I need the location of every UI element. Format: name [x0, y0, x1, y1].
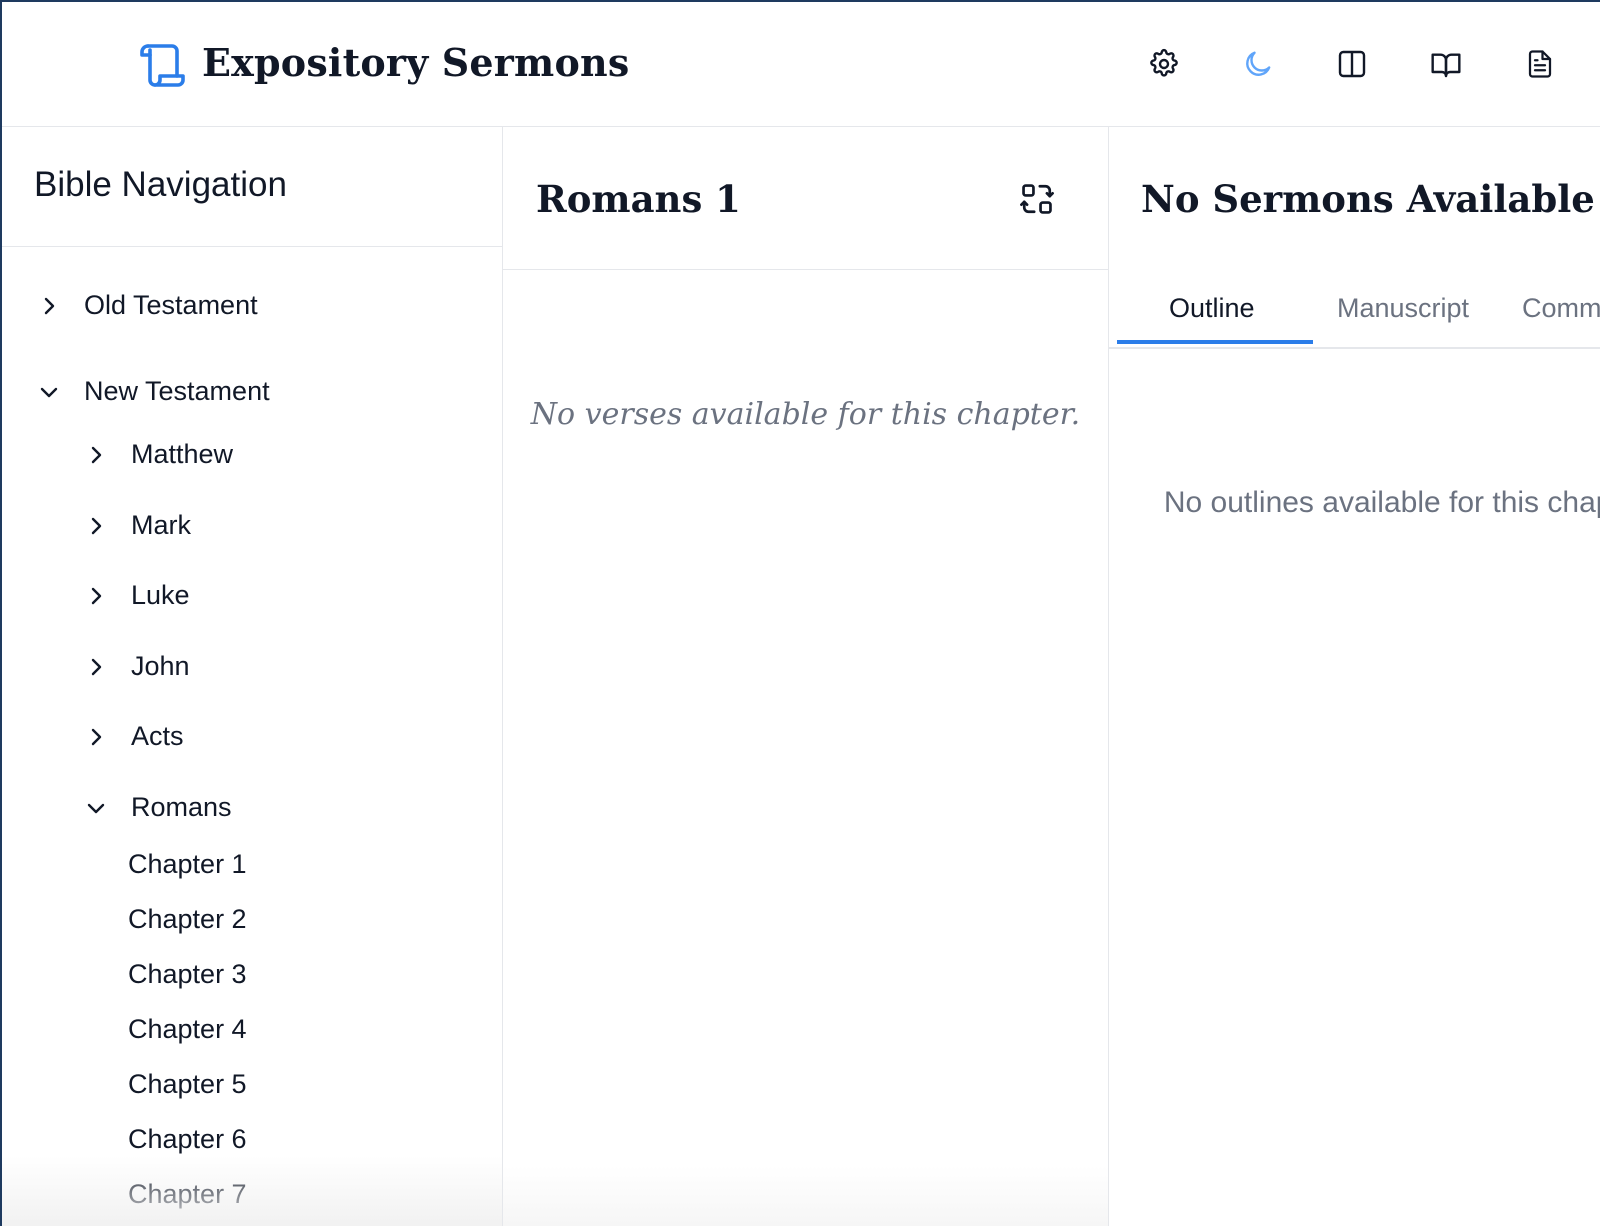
tree-item-label: Mark: [131, 510, 191, 540]
tree-item-label: Luke: [131, 580, 190, 610]
passage-title: Romans 1: [536, 177, 741, 221]
bible-navigation-sidebar: Bible Navigation Old Testament New Testa…: [2, 127, 503, 1226]
tab-commentary[interactable]: Commentary: [1522, 293, 1600, 324]
sidebar-title: Bible Navigation: [34, 165, 287, 204]
tree-item-label: New Testament: [84, 376, 270, 406]
columns-icon: [1338, 50, 1366, 78]
active-tab-indicator: [1117, 340, 1313, 344]
swap-layout-button[interactable]: [1015, 177, 1059, 221]
app-header: Expository Sermons: [2, 2, 1600, 127]
settings-button[interactable]: [1144, 44, 1184, 84]
chevron-down-icon: [87, 803, 105, 813]
chapter-link-7[interactable]: Chapter 7: [128, 1179, 247, 1210]
tree-item-label: Old Testament: [84, 290, 258, 320]
tree-item-label: John: [131, 651, 190, 681]
chevron-right-icon: [91, 517, 102, 534]
book-open-icon: [1431, 53, 1461, 78]
tree-item-label: Acts: [131, 721, 184, 751]
tab-manuscript[interactable]: Manuscript: [1337, 293, 1469, 324]
chevron-right-icon: [91, 658, 102, 675]
sermon-view-button[interactable]: [1520, 44, 1560, 84]
chevron-right-icon: [44, 297, 55, 314]
chevron-right-icon: [91, 587, 102, 604]
chapter-link-1[interactable]: Chapter 1: [128, 849, 247, 880]
tab-outline[interactable]: Outline: [1169, 293, 1255, 324]
no-verses-message: No verses available for this chapter.: [530, 397, 1081, 432]
dark-mode-toggle[interactable]: [1238, 44, 1278, 84]
no-outlines-message: No outlines available for this chapter.: [1163, 486, 1600, 519]
app-title: Expository Sermons: [202, 40, 630, 85]
passage-pane: Romans 1 No verses available for this ch…: [503, 127, 1109, 1226]
tree-item-john[interactable]: John: [84, 651, 190, 682]
sidebar-header: Bible Navigation: [2, 127, 502, 247]
chevron-right-icon: [91, 728, 102, 745]
chapter-link-5[interactable]: Chapter 5: [128, 1069, 247, 1100]
bible-view-button[interactable]: [1426, 44, 1466, 84]
chevron-down-icon: [40, 387, 58, 397]
chapter-link-6[interactable]: Chapter 6: [128, 1124, 247, 1155]
tree-item-romans[interactable]: Romans: [84, 792, 232, 823]
chapter-link-3[interactable]: Chapter 3: [128, 959, 247, 990]
chapter-link-2[interactable]: Chapter 2: [128, 904, 247, 935]
scroll-icon: [140, 44, 185, 87]
tree-item-acts[interactable]: Acts: [84, 721, 184, 752]
tree-item-luke[interactable]: Luke: [84, 580, 190, 611]
sermons-title: No Sermons Available: [1141, 177, 1595, 221]
chapter-link-4[interactable]: Chapter 4: [128, 1014, 247, 1045]
moon-icon: [1246, 51, 1271, 76]
gear-icon: [1150, 48, 1178, 77]
tree-item-new-testament[interactable]: New Testament: [37, 376, 270, 407]
scroll-fade: [503, 1166, 1108, 1226]
passage-header: Romans 1: [503, 127, 1108, 270]
tree-item-matthew[interactable]: Matthew: [84, 439, 233, 470]
app-window: Expository Sermons Bible Navigation Old …: [0, 0, 1600, 1226]
tree-item-old-testament[interactable]: Old Testament: [37, 290, 258, 321]
sermons-pane: No Sermons Available Outline Manuscript …: [1109, 127, 1600, 1226]
tree-item-mark[interactable]: Mark: [84, 510, 191, 541]
document-icon: [1528, 50, 1552, 78]
tree-item-label: Romans: [131, 792, 232, 822]
split-view-button[interactable]: [1332, 44, 1372, 84]
swap-layout-icon: [1020, 184, 1054, 214]
tree-item-label: Matthew: [131, 439, 234, 469]
chevron-right-icon: [91, 446, 102, 463]
scroll-fade: [2, 1156, 502, 1226]
